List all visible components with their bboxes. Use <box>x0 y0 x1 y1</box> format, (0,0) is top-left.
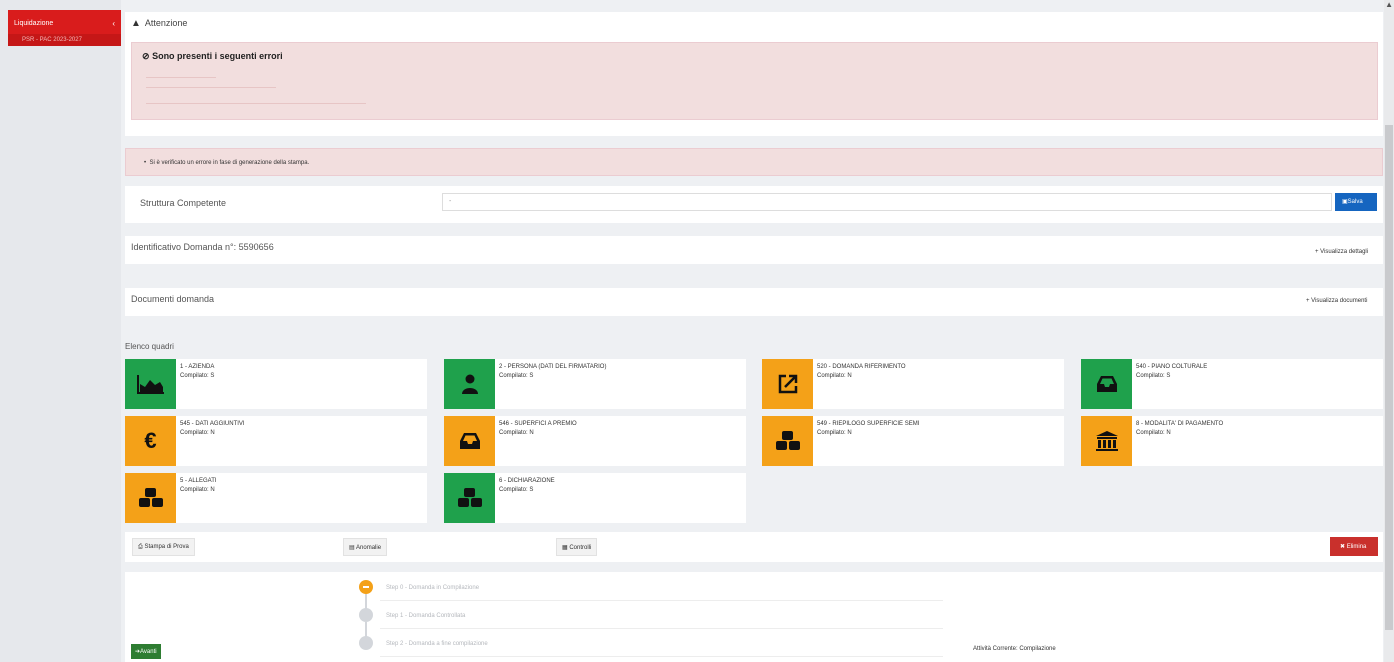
sidebar-subitem[interactable]: PSR - PAC 2023-2027 <box>8 34 121 46</box>
quadro-status: Compilato: N <box>499 430 534 436</box>
quadro-title: 520 - DOMANDA RIFERIMENTO <box>817 364 906 370</box>
quadro-status: Compilato: S <box>180 373 215 379</box>
visualizza-dettagli-link[interactable]: + Visualizza dettagli <box>1315 249 1368 255</box>
elimina-label: Elimina <box>1346 544 1367 550</box>
quadro-tile[interactable]: 546 - SUPERFICI A PREMIO Compilato: N <box>444 416 746 466</box>
error-heading: ⊘ Sono presenti i seguenti errori <box>142 51 283 62</box>
quadro-tile[interactable]: 8 - MODALITA' DI PAGAMENTO Compilato: N <box>1081 416 1383 466</box>
quadro-title: 545 - DATI AGGIUNTIVI <box>180 421 245 427</box>
cubes-icon <box>444 473 495 523</box>
anomalie-label: Anomalie <box>356 545 382 551</box>
cubes-icon <box>762 416 813 466</box>
struttura-select[interactable]: - <box>442 193 1332 211</box>
step-divider <box>380 600 943 601</box>
controlli-label: Controlli <box>569 545 592 551</box>
step-pending-icon <box>359 636 373 650</box>
quadro-status: Compilato: N <box>817 430 852 436</box>
save-button[interactable]: ▣Salva <box>1335 193 1377 211</box>
visualizza-dettagli-label: Visualizza dettagli <box>1320 249 1369 255</box>
error-message-text: Si è verificato un errore in fase di gen… <box>149 160 310 166</box>
quadro-title: 546 - SUPERFICI A PREMIO <box>499 421 577 427</box>
quadro-tile[interactable]: 1 - AZIENDA Compilato: S <box>125 359 427 409</box>
scroll-up-icon[interactable]: ▲ <box>1385 0 1393 9</box>
alert-title-text: Attenzione <box>144 18 188 28</box>
trash-icon: ✖ <box>1340 544 1347 550</box>
quadro-title: 5 - ALLEGATI <box>180 478 217 484</box>
quadro-status: Compilato: S <box>499 373 534 379</box>
inbox-icon <box>444 416 495 466</box>
quadro-title: 540 - PIANO COLTURALE <box>1136 364 1208 370</box>
quadri-heading: Elenco quadri <box>125 342 174 351</box>
error-heading-text: Sono presenti i seguenti errori <box>152 51 283 61</box>
quadro-title: 8 - MODALITA' DI PAGAMENTO <box>1136 421 1224 427</box>
chevron-left-icon: ‹ <box>112 19 115 28</box>
quadro-status: Compilato: S <box>499 487 534 493</box>
controlli-button[interactable]: ▦ Controlli <box>556 538 598 556</box>
quadro-status: Compilato: N <box>1136 430 1171 436</box>
scrollbar[interactable]: ▲ <box>1384 0 1394 662</box>
step-label: Step 1 - Domanda Controllata <box>386 613 466 619</box>
quadro-title: 549 - RIEPILOGO SUPERFICIE SEMI <box>817 421 920 427</box>
documenti-label: Documenti domanda <box>131 294 215 304</box>
step-label: Step 0 - Domanda in Compilazione <box>386 585 480 591</box>
step-active-icon <box>359 580 373 594</box>
list-icon: ▤ <box>349 545 357 551</box>
quadro-title: 1 - AZIENDA <box>180 364 215 370</box>
visualizza-documenti-label: Visualizza documenti <box>1311 298 1368 304</box>
cubes-icon <box>125 473 176 523</box>
warning-icon: ▲ <box>131 18 141 29</box>
ban-icon: ⊘ <box>142 51 150 61</box>
sidebar-item-liquidazione[interactable]: Liquidazione ‹ <box>8 10 121 34</box>
struttura-label: Struttura Competente <box>140 198 227 208</box>
quadro-status: Compilato: S <box>1136 373 1171 379</box>
error-item <box>146 77 216 78</box>
area-chart-icon <box>125 359 176 409</box>
elimina-button[interactable]: ✖ Elimina <box>1330 537 1378 556</box>
user-icon <box>444 359 495 409</box>
quadro-tile[interactable]: 2 - PERSONA (DATI DEL FIRMATARIO) Compil… <box>444 359 746 409</box>
error-box: ⊘ Sono presenti i seguenti errori <box>131 42 1378 120</box>
quadro-tile[interactable]: 540 - PIANO COLTURALE Compilato: S <box>1081 359 1383 409</box>
quadro-tile[interactable]: 5 - ALLEGATI Compilato: N <box>125 473 427 523</box>
bank-icon <box>1081 416 1132 466</box>
identificativo-label: Identificativo Domanda n°: 5590656 <box>131 242 274 252</box>
quadro-status: Compilato: N <box>817 373 852 379</box>
stampa-prova-button[interactable]: ⎙ Stampa di Prova <box>132 538 195 556</box>
step-pending-icon <box>359 608 373 622</box>
step-divider <box>380 628 943 629</box>
action-bar <box>125 532 1383 562</box>
quadro-tile[interactable]: 520 - DOMANDA RIFERIMENTO Compilato: N <box>762 359 1064 409</box>
save-button-label: Salva <box>1347 199 1363 205</box>
quadro-title: 6 - DICHIARAZIONE <box>499 478 555 484</box>
steps-panel <box>125 572 1383 662</box>
identificativo-panel <box>125 236 1383 264</box>
top-strip <box>121 0 1394 10</box>
anomalie-button[interactable]: ▤ Anomalie <box>343 538 388 556</box>
quadro-tile[interactable]: 6 - DICHIARAZIONE Compilato: S <box>444 473 746 523</box>
visualizza-documenti-link[interactable]: + Visualizza documenti <box>1306 298 1367 304</box>
inbox-icon <box>1081 359 1132 409</box>
documenti-panel <box>125 288 1383 316</box>
error-item <box>146 87 276 88</box>
stampa-prova-label: Stampa di Prova <box>144 544 189 550</box>
sidebar: Liquidazione ‹ PSR - PAC 2023-2027 <box>0 0 121 662</box>
external-link-icon <box>762 359 813 409</box>
error-message: • Si è verificato un errore in fase di g… <box>125 148 1383 176</box>
error-item <box>146 103 366 104</box>
quadro-status: Compilato: N <box>180 430 215 436</box>
avanti-button[interactable]: ➔Avanti <box>131 644 161 659</box>
avanti-label: Avanti <box>140 649 157 655</box>
step-divider <box>380 656 943 657</box>
quadro-tile[interactable]: 549 - RIEPILOGO SUPERFICIE SEMI Compilat… <box>762 416 1064 466</box>
scrollbar-thumb[interactable] <box>1385 125 1393 630</box>
step-label: Step 2 - Domanda a fine compilazione <box>386 641 488 647</box>
quadro-title: 2 - PERSONA (DATI DEL FIRMATARIO) <box>499 364 607 370</box>
quadro-tile[interactable]: € 545 - DATI AGGIUNTIVI Compilato: N <box>125 416 427 466</box>
quadro-status: Compilato: N <box>180 487 215 493</box>
attivita-corrente: Attività Corrente: Compilazione <box>973 646 1056 652</box>
sidebar-item-label: Liquidazione <box>14 20 54 27</box>
euro-icon: € <box>125 416 176 466</box>
alert-title: ▲ Attenzione <box>131 18 187 29</box>
